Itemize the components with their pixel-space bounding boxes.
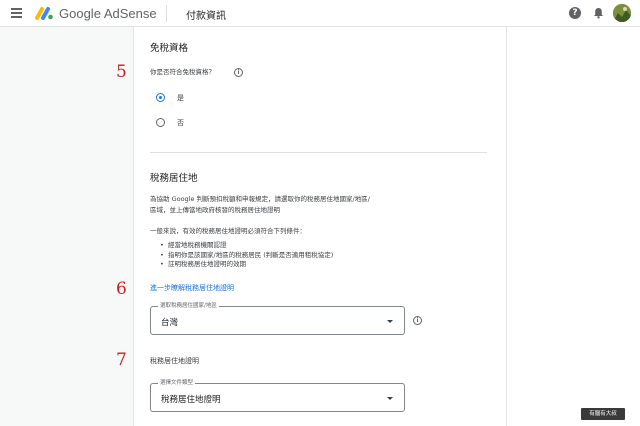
document-type-value: 稅務居住地證明 bbox=[161, 395, 221, 405]
radio-no-label: 否 bbox=[177, 119, 184, 127]
watermark-badge: 有腦有大叔 bbox=[581, 408, 625, 420]
product-name: Google AdSense bbox=[59, 6, 157, 21]
learn-more-link[interactable]: 進一步瞭解稅務居住地證明 bbox=[150, 283, 234, 293]
step-number-6: 6 bbox=[116, 279, 127, 299]
country-select-value: 台灣 bbox=[161, 318, 179, 328]
residence-certificate-heading: 稅務居住地證明 bbox=[150, 357, 199, 365]
country-info-icon[interactable]: i bbox=[413, 316, 422, 325]
top-app-bar: Google AdSense 付款資訊 ? bbox=[0, 0, 640, 27]
brand-google: Google bbox=[59, 6, 101, 21]
page-title: 付款資訊 bbox=[186, 11, 226, 22]
tax-residence-description-line1: 為協助 Google 判斷預扣稅額和申報規定，請選取你的稅務居住地國家/地區/ bbox=[150, 195, 370, 203]
section-divider bbox=[150, 152, 487, 153]
tax-exempt-question: 你是否符合免稅資格？ bbox=[150, 68, 215, 76]
requirements-intro: 一般來說，有效的稅務居住地證明必須符合下列條件： bbox=[150, 227, 306, 235]
notifications-bell-icon[interactable] bbox=[593, 7, 604, 19]
right-rail bbox=[506, 27, 640, 426]
left-rail bbox=[0, 27, 134, 426]
tax-exempt-info-icon[interactable]: i bbox=[234, 68, 243, 77]
radio-yes[interactable] bbox=[156, 93, 165, 102]
tax-residence-heading: 稅務居住地 bbox=[150, 173, 198, 184]
document-type-label: 選擇文件類型 bbox=[158, 379, 196, 387]
radio-yes-label: 是 bbox=[177, 94, 184, 102]
account-avatar[interactable] bbox=[613, 4, 631, 22]
header-divider bbox=[166, 5, 167, 22]
step-number-5: 5 bbox=[116, 62, 127, 82]
dropdown-arrow-icon bbox=[387, 397, 393, 400]
brand-product: AdSense bbox=[103, 6, 157, 21]
requirement-item: 經當地稅務機關認證 bbox=[160, 241, 333, 251]
tax-exempt-heading: 免稅資格 bbox=[150, 43, 189, 54]
avatar-image bbox=[613, 4, 631, 22]
tax-residence-country-select[interactable]: 選取稅務居住國家/地區 台灣 bbox=[150, 302, 405, 335]
hamburger-menu-icon[interactable] bbox=[11, 8, 22, 18]
help-icon[interactable]: ? bbox=[569, 7, 581, 19]
requirement-item: 指明你是該國家/地區的稅務居民 (判斷是否適用租稅協定) bbox=[160, 251, 333, 261]
document-type-select[interactable]: 選擇文件類型 稅務居住地證明 bbox=[150, 379, 405, 412]
adsense-logo-icon bbox=[35, 7, 53, 20]
step-number-7: 7 bbox=[116, 350, 127, 370]
country-select-label: 選取稅務居住國家/地區 bbox=[158, 302, 219, 310]
radio-no[interactable] bbox=[156, 118, 165, 127]
tax-residence-description-line2: 區域，並上傳當地政府核發的稅務居住地證明 bbox=[150, 206, 280, 214]
requirements-list: 經當地稅務機關認證 指明你是該國家/地區的稅務居民 (判斷是否適用租稅協定) 註… bbox=[160, 241, 333, 270]
requirement-item: 註明稅務居住地證明的效期 bbox=[160, 260, 333, 270]
dropdown-arrow-icon bbox=[387, 320, 393, 323]
